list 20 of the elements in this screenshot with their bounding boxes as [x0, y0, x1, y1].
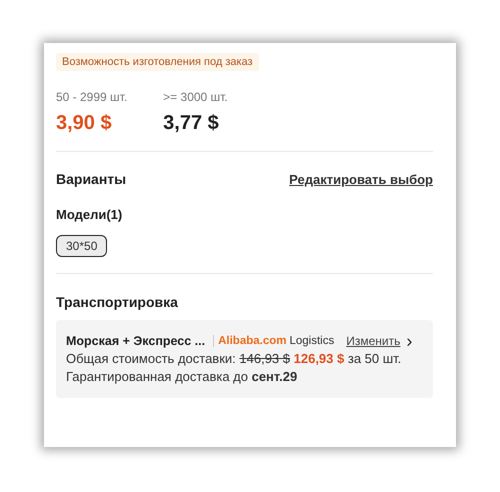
- tier-price: 3,77 $: [163, 112, 220, 135]
- edit-selection-link[interactable]: Редактировать выбор: [289, 172, 433, 187]
- shipping-method: Морская + Экспресс ...: [66, 333, 206, 350]
- quantity-note: за 50 шт.: [348, 351, 402, 366]
- delivery-date: Гарантированная доставка до сент.29: [66, 368, 298, 386]
- quantity-range: >= 3000 шт.: [163, 90, 228, 104]
- carrier-brand: Alibaba.com: [218, 334, 286, 349]
- custom-order-badge: Возможность изготовления под заказ: [56, 53, 259, 71]
- carrier-label: Logistics: [289, 334, 334, 349]
- chevron-icon[interactable]: ›: [406, 332, 412, 350]
- quantity-range: 50 - 2999 шт.: [56, 90, 128, 104]
- old-price: 146,93 $: [239, 351, 290, 366]
- change-link[interactable]: Изменить: [346, 332, 400, 350]
- cost-label: Общая стоимость доставки:: [66, 351, 236, 366]
- group-label: Модели(1): [56, 207, 124, 222]
- model-option[interactable]: 30*50: [56, 235, 108, 257]
- new-price: 126,93 $: [294, 351, 344, 366]
- section-title: Транспортировка: [56, 294, 179, 310]
- section-title: Варианты: [56, 171, 126, 187]
- tier-price: 3,90 $: [56, 112, 113, 135]
